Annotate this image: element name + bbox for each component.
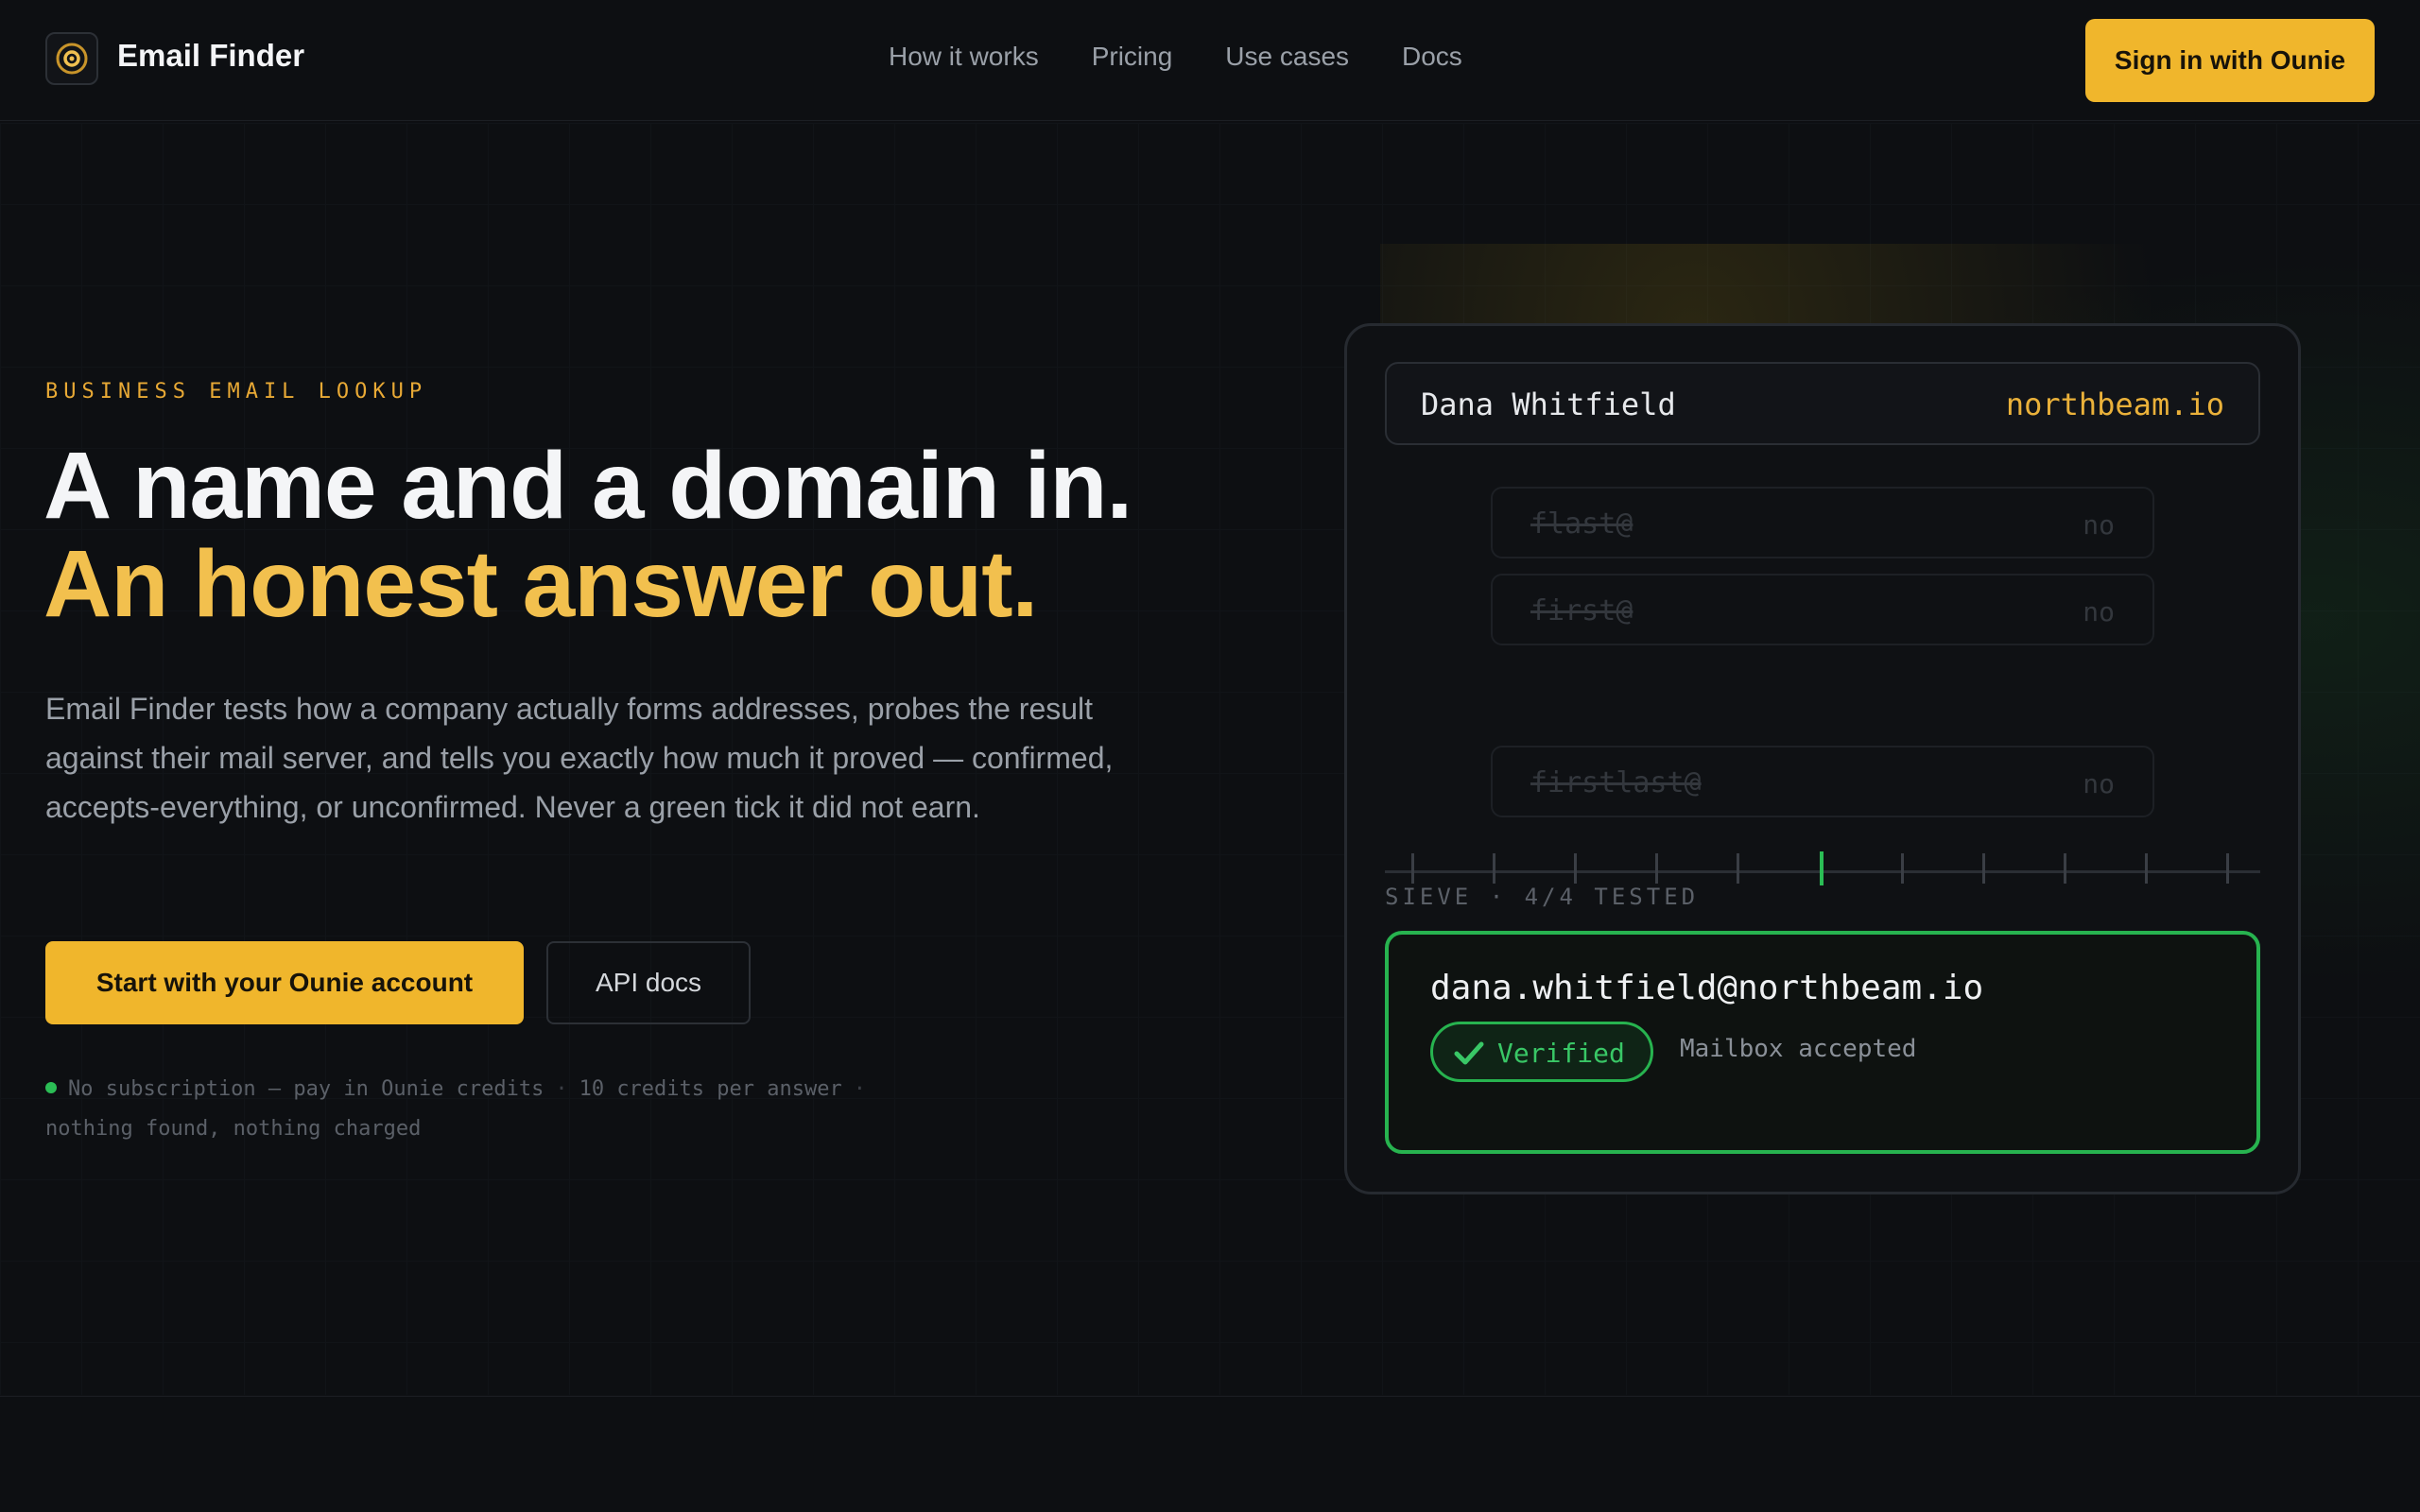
ruler-tick: [1574, 853, 1577, 884]
ruler-tick: [1737, 853, 1739, 884]
lookup-demo-card: Dana Whitfield northbeam.io flast@ no fi…: [1344, 323, 2301, 1194]
sieve-status: SIEVE · 4/4 TESTED: [1385, 884, 1700, 910]
separator-dot: ·: [555, 1077, 568, 1101]
checkmark-icon: [1454, 1041, 1484, 1065]
candidate-result: no: [2083, 768, 2115, 799]
hero-kicker: BUSINESS EMAIL LOOKUP: [45, 380, 428, 404]
candidate-result: no: [2083, 596, 2115, 627]
verified-label: Verified: [1497, 1038, 1625, 1069]
pricing-note-3: nothing found, nothing charged: [45, 1117, 422, 1141]
verified-badge: Verified: [1430, 1022, 1653, 1082]
nav-use-cases[interactable]: Use cases: [1225, 42, 1349, 72]
api-docs-button[interactable]: API docs: [546, 941, 751, 1024]
lookup-input: Dana Whitfield northbeam.io: [1385, 362, 2260, 445]
brand-name[interactable]: Email Finder: [117, 38, 304, 74]
nav-docs[interactable]: Docs: [1402, 42, 1462, 72]
nav-pricing[interactable]: Pricing: [1092, 42, 1173, 72]
candidate-address: firstlast@: [1530, 766, 1702, 799]
lookup-domain: northbeam.io: [2005, 387, 2224, 422]
pricing-note-2: 10 credits per answer: [579, 1077, 842, 1101]
ruler-tick: [1493, 853, 1495, 884]
ruler-tick: [1982, 853, 1985, 884]
at-sign-icon: [56, 43, 88, 75]
sign-in-button[interactable]: Sign in with Ounie: [2085, 19, 2375, 102]
candidate-row: first@ no: [1491, 574, 2154, 645]
candidate-address: first@: [1530, 594, 1634, 627]
lookup-name: Dana Whitfield: [1421, 387, 1676, 422]
hero-title-line2: An honest answer out.: [43, 531, 1038, 637]
pricing-note-1: No subscription — pay in Ounie credits: [68, 1077, 544, 1101]
ruler-tick: [1655, 853, 1658, 884]
ruler-tick: [1901, 853, 1904, 884]
ruler-tick-active: [1820, 851, 1824, 885]
candidate-result: no: [2083, 509, 2115, 541]
ruler-tick: [1411, 853, 1414, 884]
start-account-button[interactable]: Start with your Ounie account: [45, 941, 524, 1024]
hero-title-line1: A name and a domain in.: [43, 433, 1132, 539]
separator-dot: ·: [853, 1077, 866, 1101]
main-nav: How it works Pricing Use cases Docs: [889, 42, 1462, 72]
status-note: Mailbox accepted: [1680, 1035, 1917, 1063]
candidate-address: flast@: [1530, 507, 1634, 541]
candidate-row: flast@ no: [1491, 487, 2154, 558]
hero-lead: Email Finder tests how a company actuall…: [45, 692, 1114, 824]
result-panel: dana.whitfield@northbeam.io Verified Mai…: [1385, 931, 2260, 1154]
ruler-tick: [2145, 853, 2148, 884]
logo[interactable]: [45, 32, 98, 85]
site-header: Email Finder How it works Pricing Use ca…: [0, 0, 2420, 121]
ruler-tick: [2064, 853, 2066, 884]
nav-how-it-works[interactable]: How it works: [889, 42, 1039, 72]
pricing-note: No subscription — pay in Ounie credits · 1…: [45, 1070, 953, 1149]
ruler-tick: [2226, 853, 2229, 884]
status-dot-icon: [45, 1082, 57, 1093]
candidate-row: firstlast@ no: [1491, 746, 2154, 817]
result-email: dana.whitfield@northbeam.io: [1430, 969, 1984, 1007]
section-divider: [0, 1396, 2420, 1397]
